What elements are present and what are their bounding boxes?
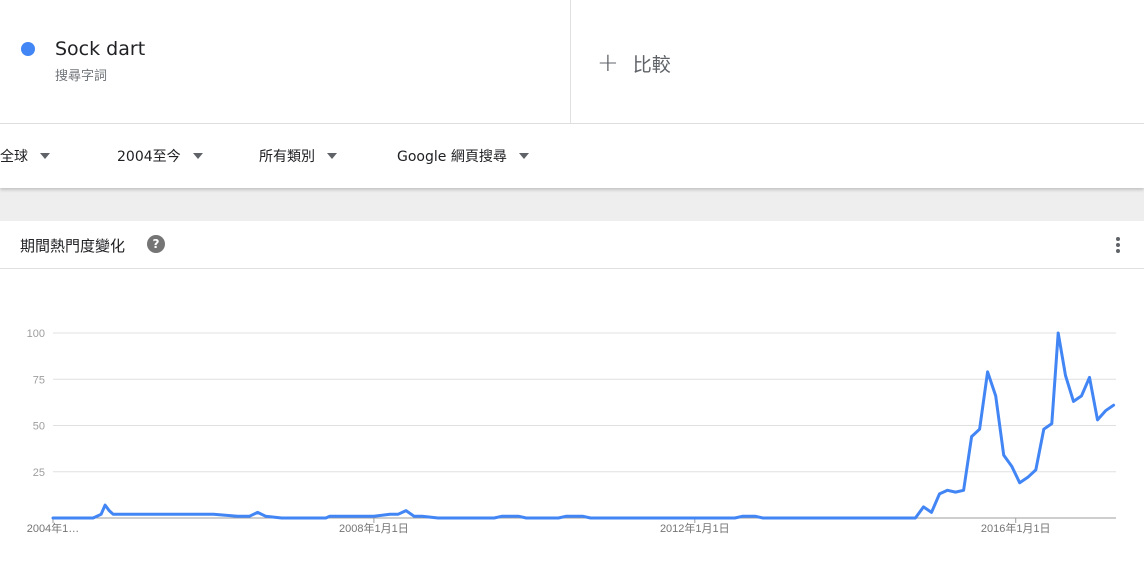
time-range-dropdown[interactable]: 2004至今 xyxy=(117,146,203,166)
caret-down-icon xyxy=(192,153,203,159)
region-filter-label: 全球 xyxy=(0,149,28,165)
search-term-card[interactable]: Sock dart 搜尋字詞 xyxy=(0,0,571,123)
region-filter-dropdown[interactable]: 全球 xyxy=(0,146,50,166)
y-tick-label: 50 xyxy=(33,421,45,433)
x-tick-label: 2016年1月1日 xyxy=(981,521,1051,535)
x-tick-label: 2012年1月1日 xyxy=(660,521,730,535)
more-vert-icon-dot xyxy=(1116,249,1120,253)
more-vert-icon[interactable] xyxy=(1110,234,1126,256)
caret-down-icon xyxy=(518,153,529,159)
chart-gridlines xyxy=(53,332,1116,519)
more-vert-icon-dot xyxy=(1116,243,1120,247)
more-vert-icon-dot xyxy=(1116,237,1120,241)
help-icon[interactable]: ? xyxy=(147,235,165,253)
search-type-dropdown[interactable]: Google 網頁搜尋 xyxy=(397,146,529,166)
chart-card-title: 期間熱門度變化 xyxy=(20,237,126,255)
category-dropdown[interactable]: 所有類別 xyxy=(259,146,337,166)
compare-button[interactable]: + 比較 xyxy=(597,46,671,80)
line-chart[interactable]: 100 75 50 25 2004年1… 2008年1月1日 2012年1月1日 2016年… xyxy=(0,269,1144,584)
search-term-name[interactable]: Sock dart xyxy=(55,38,145,60)
compare-label: 比較 xyxy=(632,53,671,76)
category-label: 所有類別 xyxy=(259,149,315,165)
y-tick-label: 25 xyxy=(33,467,45,479)
y-tick-label: 75 xyxy=(33,374,45,386)
filter-bar: 全球 2004至今 所有類別 Google 網頁搜尋 xyxy=(0,124,1144,188)
plus-icon: + xyxy=(597,48,619,78)
search-type-label: Google 網頁搜尋 xyxy=(397,149,507,165)
caret-down-icon xyxy=(327,153,337,159)
x-tick-label: 2008年1月1日 xyxy=(339,521,409,535)
x-tick-label: 2004年1… xyxy=(27,521,80,535)
interest-over-time-card: 期間熱門度變化 ? 100 75 50 25 2004年1… 2008年1月1日 2012… xyxy=(0,221,1144,584)
section-divider xyxy=(0,188,1144,221)
search-term-type: 搜尋字詞 xyxy=(55,69,108,84)
search-term-bar: Sock dart 搜尋字詞 + 比較 xyxy=(0,0,1144,124)
time-range-label: 2004至今 xyxy=(117,149,181,165)
series-color-dot xyxy=(21,42,35,56)
x-axis-ticks: 2004年1… 2008年1月1日 2012年1月1日 2016年1月1日 xyxy=(27,518,1051,535)
y-axis-ticks: 100 75 50 25 xyxy=(27,328,45,479)
chart-card-header: 期間熱門度變化 ? xyxy=(0,221,1144,269)
caret-down-icon xyxy=(40,153,50,159)
y-tick-label: 100 xyxy=(27,328,45,340)
